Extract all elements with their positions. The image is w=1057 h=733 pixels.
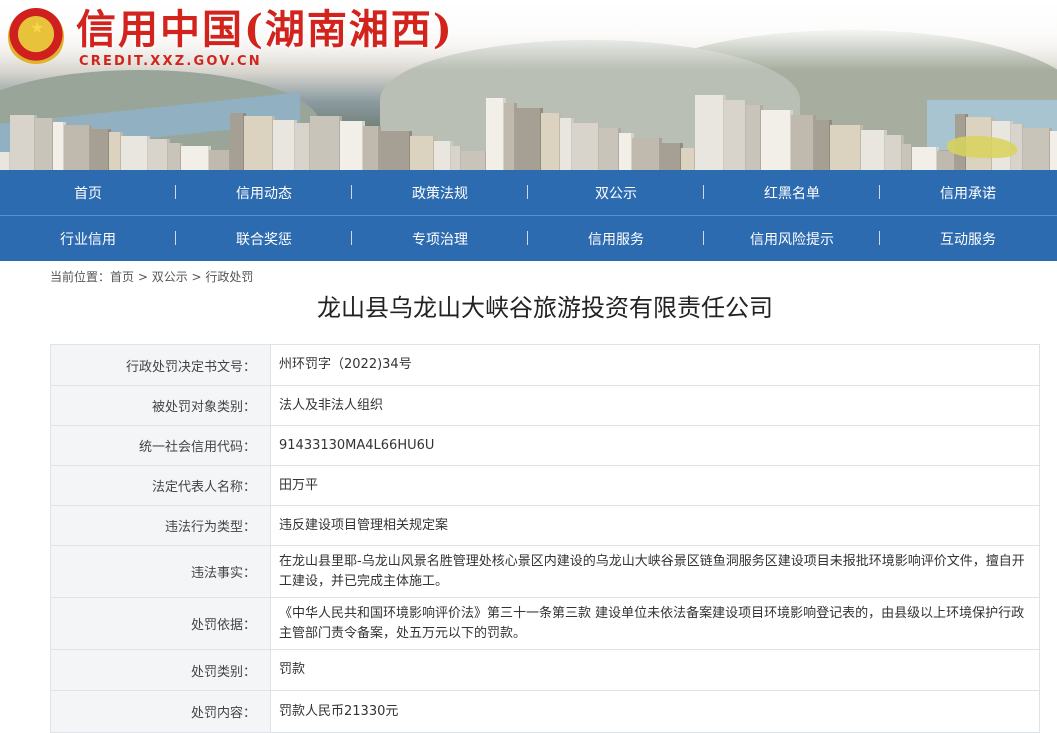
nav-item-policies[interactable]: 政策法规 [352,183,528,203]
nav-item-double-publicity[interactable]: 双公示 [528,183,704,203]
field-value: 法人及非法人组织 [270,385,1040,426]
nav-item-home[interactable]: 首页 [0,183,176,203]
field-label: 处罚依据： [50,597,271,650]
building-shape [148,139,170,170]
site-title[interactable]: 信用中国(湖南湘西) [76,6,454,54]
building-shape [121,135,150,170]
main-nav: 首页 信用动态 政策法规 双公示 红黑名单 信用承诺 行业信用 联合奖惩 专项治… [0,170,1057,261]
building-shape [461,151,488,170]
table-row: 处罚类别： 罚款 [50,649,1040,691]
city-skyline [0,80,1057,170]
building-shape [761,110,793,170]
penalty-details-table: 行政处罚决定书文号： 州环罚字（2022)34号 被处罚对象类别： 法人及非法人… [50,344,1040,733]
breadcrumb-double-publicity[interactable]: 双公示 [152,270,188,284]
breadcrumb-prefix: 当前位置： [50,270,111,284]
building-shape [209,149,232,170]
building-shape [1023,127,1052,170]
field-label: 违法事实： [50,545,271,598]
table-row: 法定代表人名称： 田万平 [50,465,1040,506]
field-label: 法定代表人名称： [50,465,271,506]
table-row: 处罚内容： 罚款人民币21330元 [50,690,1040,733]
nav-item-risk-alerts[interactable]: 信用风险提示 [704,229,880,249]
table-row: 被处罚对象类别： 法人及非法人组织 [50,385,1040,426]
field-value: 州环罚字（2022)34号 [270,344,1040,386]
building-shape [1050,131,1057,170]
field-label: 行政处罚决定书文号： [50,344,271,386]
breadcrumb-admin-penalty[interactable]: 行政处罚 [205,270,253,284]
building-shape [912,147,939,170]
building-shape [861,130,887,170]
field-value: 《中华人民共和国环境影响评价法》第三十一条第三款 建设单位未依法备案建设项目环境… [270,597,1040,650]
field-value: 田万平 [270,465,1040,506]
header-banner: ★ 信用中国(湖南湘西) CREDIT.XXZ.GOV.CN [0,0,1057,170]
table-row: 统一社会信用代码： 91433130MA4L66HU6U [50,425,1040,466]
building-shape [660,143,683,170]
building-shape [486,98,506,170]
building-shape [599,128,621,170]
field-value: 违反建设项目管理相关规定案 [270,505,1040,546]
building-shape [379,131,412,170]
building-shape [10,114,37,170]
table-row: 违法行为类型： 违反建设项目管理相关规定案 [50,505,1040,546]
building-shape [695,95,726,170]
nav-item-credit-commitment[interactable]: 信用承诺 [880,183,1056,203]
building-shape [410,136,436,170]
page-title: 龙山县乌龙山大峡谷旅游投资有限责任公司 [317,294,773,322]
building-shape [273,119,297,170]
building-shape [724,100,748,170]
field-value: 罚款人民币21330元 [270,690,1040,733]
nav-item-credit-news[interactable]: 信用动态 [176,183,352,203]
field-label: 违法行为类型： [50,505,271,546]
nav-item-credit-services[interactable]: 信用服务 [528,229,704,249]
building-shape [830,125,863,170]
field-label: 处罚内容： [50,690,271,733]
field-value: 91433130MA4L66HU6U [270,425,1040,466]
building-shape [541,113,562,170]
building-shape [340,121,365,170]
building-shape [244,116,275,170]
breadcrumb: 当前位置：首页 > 双公示 > 行政处罚 [50,268,253,285]
breadcrumb-separator: > [134,270,152,284]
site-url: CREDIT.XXZ.GOV.CN [79,54,262,69]
nav-item-interactive-services[interactable]: 互动服务 [880,229,1056,249]
breadcrumb-separator: > [187,270,206,284]
nav-item-joint-rewards[interactable]: 联合奖惩 [176,229,352,249]
building-shape [181,146,211,170]
nav-row-1: 首页 信用动态 政策法规 双公示 红黑名单 信用承诺 [0,170,1057,215]
national-emblem-icon: ★ [8,8,64,66]
building-shape [64,125,92,170]
table-row: 行政处罚决定书文号： 州环罚字（2022)34号 [50,344,1040,386]
field-label: 被处罚对象类别： [50,385,271,426]
building-shape [310,116,342,170]
table-row: 处罚依据： 《中华人民共和国环境影响评价法》第三十一条第三款 建设单位未依法备案… [50,597,1040,650]
nav-item-special-governance[interactable]: 专项治理 [352,229,528,249]
building-shape [791,115,816,170]
field-label: 处罚类别： [50,649,271,691]
building-shape [35,118,55,170]
breadcrumb-home[interactable]: 首页 [110,270,134,284]
building-shape [515,108,543,170]
star-icon: ★ [30,18,45,37]
building-shape [90,128,111,170]
table-row: 违法事实： 在龙山县里耶-乌龙山风景名胜管理处核心景区内建设的乌龙山大峡谷景区链… [50,545,1040,598]
field-value: 罚款 [270,649,1040,691]
nav-row-2: 行业信用 联合奖惩 专项治理 信用服务 信用风险提示 互动服务 [0,215,1057,261]
building-shape [572,123,601,170]
field-label: 统一社会信用代码： [50,425,271,466]
nav-item-industry-credit[interactable]: 行业信用 [0,229,176,249]
field-value: 在龙山县里耶-乌龙山风景名胜管理处核心景区内建设的乌龙山大峡谷景区链鱼洞服务区建… [270,545,1040,598]
nav-item-red-black-list[interactable]: 红黑名单 [704,183,880,203]
building-shape [632,138,662,170]
